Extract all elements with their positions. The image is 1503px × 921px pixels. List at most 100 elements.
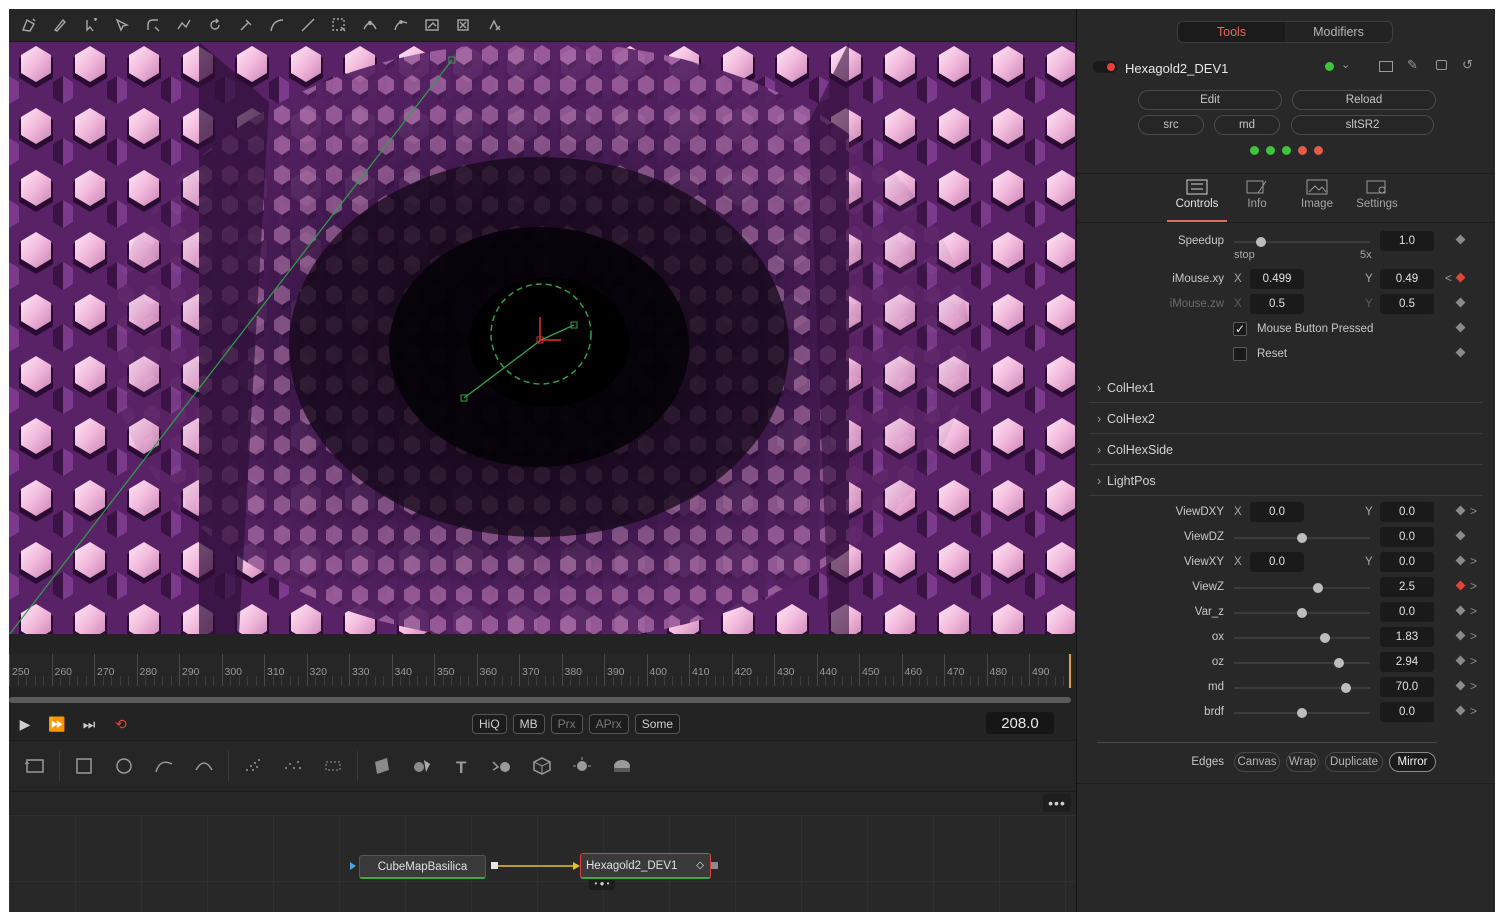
camera-3d-icon[interactable] <box>522 746 562 786</box>
edit-button[interactable]: Edit <box>1138 90 1282 110</box>
viewz-field[interactable]: 2.5 <box>1380 577 1434 597</box>
keyframe-icon[interactable] <box>1455 680 1466 691</box>
undo-icon[interactable] <box>480 13 507 38</box>
ox-field[interactable]: 1.83 <box>1380 627 1434 647</box>
viewxy-y-field[interactable]: 0.0 <box>1380 552 1434 572</box>
viewdxy-y-field[interactable]: 0.0 <box>1380 502 1434 522</box>
particle-emitter-icon[interactable] <box>233 746 273 786</box>
rect-select-icon[interactable] <box>325 13 352 38</box>
line-icon[interactable] <box>294 13 321 38</box>
particle-merge-icon[interactable] <box>313 746 353 786</box>
node-flow[interactable]: CubeMapBasilica Hexagold2_DEV1 ◇ • ● • <box>9 815 1075 912</box>
chevron-right-icon[interactable]: > <box>1470 554 1477 568</box>
delete-icon[interactable] <box>449 13 476 38</box>
pin-icon[interactable]: ✎ <box>1407 57 1418 73</box>
chevron-right-icon[interactable]: > <box>1470 629 1477 643</box>
bspline-mask-icon[interactable] <box>184 746 224 786</box>
var-z-field[interactable]: 0.0 <box>1380 602 1434 622</box>
renderer-3d-icon[interactable] <box>602 746 642 786</box>
sltsr2-button[interactable]: sltSR2 <box>1291 115 1434 135</box>
some-toggle[interactable]: Some <box>634 714 681 734</box>
slider-knob[interactable] <box>1313 583 1324 593</box>
reload-button[interactable]: Reload <box>1292 90 1436 110</box>
section-colhex2[interactable]: › ColHex2 <box>1089 404 1482 434</box>
mouse-button-checkbox[interactable]: ✓ <box>1233 322 1247 336</box>
viewxy-x-field[interactable]: 0.0 <box>1250 552 1304 572</box>
keyframe-icon[interactable] <box>1455 297 1466 308</box>
hiq-toggle[interactable]: HiQ <box>472 714 507 734</box>
tool-enable-toggle[interactable] <box>1093 61 1117 73</box>
loop-icon[interactable]: ⟲ <box>105 711 137 737</box>
oz-slider[interactable] <box>1234 658 1370 668</box>
edges-canvas-button[interactable]: Canvas <box>1234 752 1280 772</box>
bspline-icon[interactable] <box>356 13 383 38</box>
viewdz-slider[interactable] <box>1234 533 1370 543</box>
chevron-right-icon[interactable]: > <box>1470 654 1477 668</box>
transform-icon[interactable] <box>418 13 445 38</box>
section-colhexside[interactable]: › ColHexSide <box>1089 435 1482 465</box>
brdf-field[interactable]: 0.0 <box>1380 702 1434 722</box>
reset-icon[interactable]: ↺ <box>1462 57 1473 73</box>
edges-mirror-button[interactable]: Mirror <box>1389 752 1436 772</box>
fast-forward-icon[interactable]: ⏩ <box>41 711 73 737</box>
slider-knob[interactable] <box>1256 237 1267 247</box>
modify-icon[interactable] <box>139 13 166 38</box>
md-slider[interactable] <box>1234 683 1370 693</box>
timeline-ruler[interactable]: 250 260 270 280 290 300 310 320 330 340 350 360 370 3… <box>9 654 1075 688</box>
version-status-icon[interactable] <box>1325 62 1334 71</box>
chevron-left-icon[interactable]: < <box>1445 271 1452 285</box>
slider-knob[interactable] <box>1340 683 1351 693</box>
subtab-settings[interactable]: Settings <box>1347 176 1407 222</box>
subtab-image[interactable]: Image <box>1287 176 1347 222</box>
multipoint-icon[interactable] <box>77 13 104 38</box>
keyframe-icon[interactable] <box>1455 655 1466 666</box>
viewz-slider[interactable] <box>1234 583 1370 593</box>
brdf-slider[interactable] <box>1234 708 1370 718</box>
imouse-z-field[interactable]: 0.5 <box>1250 294 1304 314</box>
ellipse-mask-icon[interactable] <box>104 746 144 786</box>
speedup-slider[interactable] <box>1234 237 1370 247</box>
tab-tools[interactable]: Tools <box>1178 22 1285 42</box>
image-plane-3d-icon[interactable] <box>362 746 402 786</box>
paint-icon[interactable] <box>46 13 73 38</box>
slider-knob[interactable] <box>1320 633 1331 643</box>
chevron-right-icon[interactable]: > <box>1470 604 1477 618</box>
edges-duplicate-button[interactable]: Duplicate <box>1325 752 1383 772</box>
lock-icon[interactable] <box>1436 60 1447 70</box>
curve-icon[interactable] <box>263 13 290 38</box>
chevron-down-icon[interactable]: ⌄ <box>1341 58 1350 71</box>
prx-toggle[interactable]: Prx <box>550 714 583 734</box>
imouse-w-field[interactable]: 0.5 <box>1380 294 1434 314</box>
viewdz-field[interactable]: 0.0 <box>1380 527 1434 547</box>
imouse-y-field[interactable]: 0.49 <box>1380 269 1434 289</box>
slider-knob[interactable] <box>1297 533 1307 543</box>
chevron-right-icon[interactable]: > <box>1470 704 1477 718</box>
versions-icon[interactable] <box>1379 61 1393 72</box>
polyline-icon[interactable] <box>170 13 197 38</box>
tab-modifiers[interactable]: Modifiers <box>1285 22 1392 42</box>
oz-field[interactable]: 2.94 <box>1380 652 1434 672</box>
keyframe-icon[interactable] <box>1455 530 1466 541</box>
edges-wrap-button[interactable]: Wrap <box>1286 752 1319 772</box>
rectangle-mask-icon[interactable] <box>64 746 104 786</box>
reset-checkbox[interactable] <box>1233 347 1247 361</box>
slider-knob[interactable] <box>1333 658 1344 668</box>
keyframe-icon[interactable] <box>1455 705 1466 716</box>
keyframe-icon[interactable] <box>1455 234 1466 245</box>
mb-toggle[interactable]: MB <box>512 714 545 734</box>
node-ports[interactable]: • ● • <box>589 880 615 890</box>
chevron-right-icon[interactable]: > <box>1470 579 1477 593</box>
keyframe-icon[interactable] <box>1455 630 1466 641</box>
keyframe-icon[interactable] <box>1455 347 1466 358</box>
spline-icon[interactable] <box>387 13 414 38</box>
time-scrubber[interactable] <box>9 694 1075 708</box>
keyframe-icon[interactable] <box>1455 322 1466 333</box>
play-icon[interactable]: ▶ <box>9 711 41 737</box>
spot-light-icon[interactable] <box>562 746 602 786</box>
text-3d-icon[interactable]: T <box>442 746 482 786</box>
md-button[interactable]: md <box>1214 115 1280 135</box>
ox-slider[interactable] <box>1234 633 1370 643</box>
slider-knob[interactable] <box>1297 708 1307 718</box>
node-hexagold2[interactable]: Hexagold2_DEV1 ◇ <box>580 853 711 879</box>
polygon-mask-icon[interactable] <box>144 746 184 786</box>
